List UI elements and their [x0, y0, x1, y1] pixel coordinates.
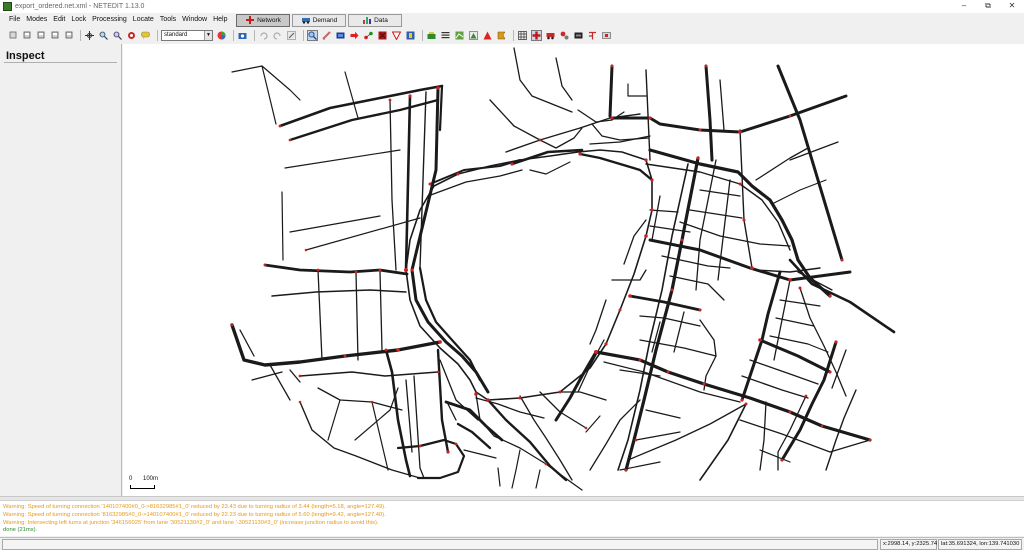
view-scheme-select[interactable]: standard ▼ — [161, 29, 213, 41]
menu-window[interactable]: Window — [179, 13, 210, 27]
locate-icon[interactable] — [112, 30, 123, 41]
colorwheel-icon[interactable] — [216, 30, 227, 41]
decal-mode-icon[interactable] — [496, 30, 507, 41]
chat-icon[interactable] — [140, 30, 151, 41]
demand-supermode-button[interactable]: Demand — [292, 13, 347, 27]
menu-help[interactable]: Help — [210, 13, 230, 27]
crossing-mode-icon[interactable] — [440, 30, 451, 41]
warning-message: Warning: Speed of turning connection '81… — [3, 511, 386, 518]
new-network-icon[interactable] — [7, 30, 18, 41]
toolbar-separator — [157, 29, 158, 41]
taz-mode-icon[interactable] — [454, 30, 465, 41]
data-supermode-button[interactable]: Data — [348, 13, 403, 27]
menu-file[interactable]: File — [6, 13, 23, 27]
toolbar-separator — [303, 29, 304, 41]
toolbar: standard ▼ — [0, 28, 1024, 42]
restore-icon[interactable]: ⧉ — [976, 0, 1000, 13]
warning-message: Warning: Speed of turning connection '14… — [3, 504, 386, 510]
prohibition-mode-icon[interactable] — [391, 30, 402, 41]
toolbar-separator — [254, 29, 255, 41]
close-icon[interactable]: ✕ — [1000, 0, 1024, 13]
supermode-buttons: Network Demand Data — [236, 13, 404, 27]
menu-locate[interactable]: Locate — [130, 13, 157, 27]
additional-mode-icon[interactable] — [426, 30, 437, 41]
wire-mode-icon[interactable] — [482, 30, 493, 41]
save-icon[interactable] — [35, 30, 46, 41]
minimize-icon[interactable]: – — [952, 0, 976, 13]
cursor-xy-readout: x:2998.14, y:2325.74 — [880, 539, 937, 550]
warning-message: Warning: Intersecting left turns at junc… — [3, 519, 379, 526]
junctions — [230, 64, 872, 472]
toolbar-separator — [80, 29, 81, 41]
screenshot-icon[interactable] — [237, 30, 248, 41]
show-connections-icon[interactable] — [559, 30, 570, 41]
scale-length-label: 100m — [143, 476, 159, 482]
vehicle-icon — [301, 18, 310, 24]
move-mode-icon[interactable] — [349, 30, 360, 41]
menu-tools[interactable]: Tools — [157, 13, 179, 27]
menu-bar: File Modes Edit Lock Processing Locate T… — [0, 13, 1024, 27]
color-edges-icon[interactable] — [587, 30, 598, 41]
junction-shape-icon[interactable] — [531, 29, 542, 41]
save-as-icon[interactable] — [49, 30, 60, 41]
toolbar-separator — [513, 29, 514, 41]
demand-supermode-label: Demand — [312, 16, 338, 24]
connection-mode-icon[interactable] — [377, 30, 388, 41]
network-supermode-button[interactable]: Network — [236, 13, 291, 27]
hide-connections-icon[interactable] — [573, 30, 584, 41]
toolbar-separator — [422, 29, 423, 41]
zoom-locate-icon[interactable] — [98, 30, 109, 41]
menu-lock[interactable]: Lock — [68, 13, 89, 27]
scale-ticks — [130, 485, 155, 489]
network-supermode-label: Network — [257, 16, 281, 24]
vehicle-spread-icon[interactable] — [545, 30, 556, 41]
edge-mode-icon[interactable] — [363, 30, 374, 41]
recenter-icon[interactable] — [84, 30, 95, 41]
undo-icon[interactable] — [258, 30, 269, 41]
inspect-mode-icon[interactable] — [307, 29, 318, 41]
inspect-divider — [4, 62, 117, 63]
delete-mode-icon[interactable] — [321, 30, 332, 41]
window-controls: – ⧉ ✕ — [952, 0, 1024, 13]
title-bar: export_ordered.net.xml - NETEDIT 1.13.0 … — [0, 0, 1024, 13]
network-canvas[interactable]: 0 100m — [123, 44, 1024, 496]
done-message: done (21ms). — [3, 527, 38, 534]
grid-icon[interactable] — [517, 30, 528, 41]
status-bar: x:2998.14, y:2325.74 lat:35.691324, lon:… — [0, 537, 1024, 550]
open-icon[interactable] — [21, 30, 32, 41]
shape-mode-icon[interactable] — [468, 30, 479, 41]
redo-icon[interactable] — [272, 30, 283, 41]
road-network-map[interactable] — [123, 44, 1024, 496]
viewport-icon[interactable] — [126, 30, 137, 41]
edit-view-icon[interactable] — [286, 30, 297, 41]
menu-processing[interactable]: Processing — [89, 13, 130, 27]
menu-edit[interactable]: Edit — [50, 13, 68, 27]
scale-zero-label: 0 — [129, 476, 133, 482]
tls-mode-icon[interactable] — [405, 30, 416, 41]
data-supermode-label: Data — [374, 16, 388, 24]
save-all-icon[interactable] — [63, 30, 74, 41]
select-mode-icon[interactable] — [335, 30, 346, 41]
cursor-latlon-readout: lat:35.691324, lon:139.741030 — [938, 539, 1022, 550]
network-cross-icon — [246, 16, 255, 24]
netedit-app-icon — [3, 2, 12, 11]
status-message — [2, 539, 878, 550]
toolbar-separator — [233, 29, 234, 41]
merge-junctions-icon[interactable] — [601, 30, 612, 41]
menu-modes[interactable]: Modes — [23, 13, 50, 27]
message-window: Warning: Speed of turning connection '14… — [0, 500, 1024, 536]
bar-chart-icon — [363, 17, 372, 24]
view-scheme-value: standard — [164, 31, 188, 38]
inspect-title: Inspect — [6, 50, 45, 62]
road-edges — [230, 47, 896, 491]
inspect-panel: Inspect — [0, 44, 122, 496]
chevron-down-icon: ▼ — [204, 30, 212, 40]
window-title: export_ordered.net.xml - NETEDIT 1.13.0 — [15, 3, 145, 10]
